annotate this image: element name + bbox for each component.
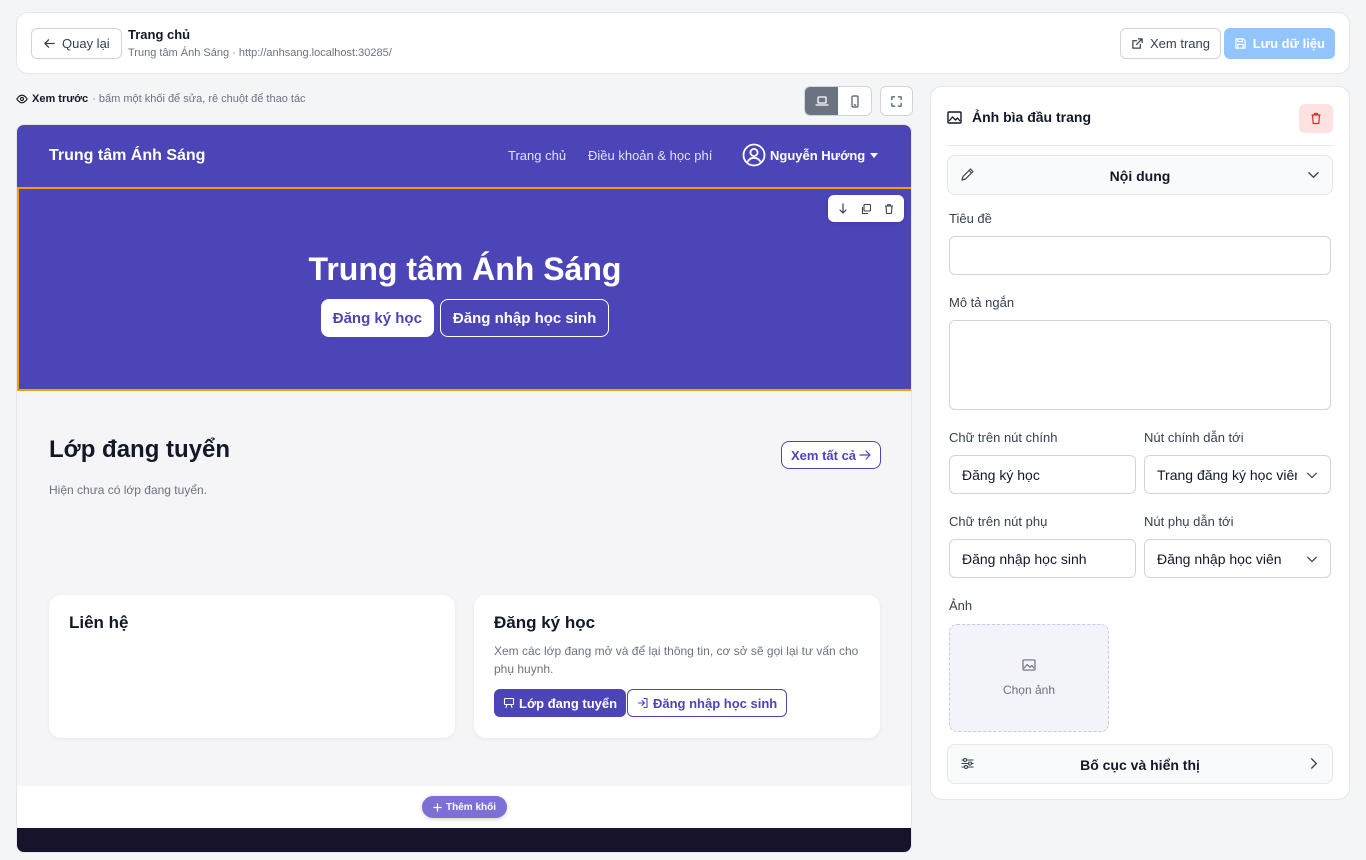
preview-label: Xem trước · bấm một khối để sửa, rê chuộ… — [16, 93, 306, 105]
open-classes-label: Lớp đang tuyển — [519, 695, 618, 711]
save-label: Lưu dữ liệu — [1252, 36, 1325, 51]
block-toolbar — [828, 195, 904, 222]
view-all-button[interactable]: Xem tất cả — [781, 441, 882, 469]
contact-card[interactable]: Liên hệ — [49, 595, 455, 738]
image-picker-label: Chọn ảnh — [1002, 683, 1056, 697]
register-desc: Xem các lớp đang mở và để lại thông tin,… — [494, 644, 859, 676]
device-toggle — [804, 86, 872, 116]
image-field-label: Ảnh — [949, 598, 973, 613]
save-button[interactable]: Lưu dữ liệu — [1223, 28, 1335, 59]
title-input[interactable] — [949, 236, 1331, 275]
fullscreen-button[interactable] — [880, 86, 913, 116]
back-button[interactable]: Quay lại — [31, 28, 122, 59]
primary-text-label: Chữ trên nút chính — [949, 430, 1058, 445]
duplicate-icon[interactable] — [860, 203, 872, 215]
save-icon — [1234, 38, 1246, 49]
site-user-name: Nguyễn Hướng — [770, 147, 866, 163]
top-bar: Quay lại Trang chủ Trung tâm Ánh Sáng · … — [16, 12, 1350, 74]
secondary-link-label: Nút phụ dẫn tới — [1144, 514, 1234, 529]
hero-title: Trung tâm Ánh Sáng — [308, 251, 622, 287]
add-block-button[interactable]: Thêm khối — [422, 796, 508, 818]
site-footer — [17, 828, 911, 852]
move-down-icon[interactable] — [837, 202, 849, 215]
classes-section-title: Lớp đang tuyển — [49, 436, 231, 463]
desktop-view-button[interactable] — [805, 87, 838, 115]
title-field-label: Tiêu đề — [949, 211, 992, 226]
eye-icon — [16, 94, 28, 104]
trash-icon — [1311, 112, 1321, 125]
layout-section-toggle[interactable]: Bố cục và hiển thị — [947, 744, 1333, 784]
image-icon — [947, 110, 962, 124]
login-icon — [637, 697, 648, 709]
panel-header: Ảnh bìa đầu trang — [947, 109, 1091, 125]
block-settings-panel: Ảnh bìa đầu trang Nội dung Tiêu đề Mô tả… — [930, 86, 1350, 800]
chevron-down-icon — [1307, 556, 1317, 562]
hero-block[interactable]: Trung tâm Ánh Sáng Đăng ký học Đăng nhập… — [17, 187, 911, 391]
student-login-button[interactable]: Đăng nhập học sinh — [627, 689, 788, 717]
add-block-strip: Thêm khối — [17, 786, 911, 828]
hero-buttons: Đăng ký học Đăng nhập học sinh — [19, 299, 911, 337]
caret-down-icon — [870, 153, 879, 158]
primary-link-select[interactable]: Trang đăng ký học viên — [1144, 455, 1331, 494]
secondary-text-label: Chữ trên nút phụ — [949, 514, 1048, 529]
view-page-label: Xem trang — [1150, 36, 1210, 51]
content-section-toggle[interactable]: Nội dung — [947, 155, 1333, 195]
primary-text-input[interactable]: Đăng ký học — [949, 455, 1136, 494]
site-brand: Trung tâm Ánh Sáng — [49, 147, 206, 164]
hero-register-button[interactable]: Đăng ký học — [320, 299, 434, 337]
view-page-button[interactable]: Xem trang — [1120, 28, 1221, 59]
panel-divider — [947, 145, 1333, 146]
plus-icon — [433, 802, 442, 812]
view-all-label: Xem tất cả — [791, 447, 857, 463]
add-block-label: Thêm khối — [446, 801, 497, 813]
open-classes-button[interactable]: Lớp đang tuyển — [494, 689, 627, 717]
panel-title: Ảnh bìa đầu trang — [972, 109, 1091, 125]
site-user-menu[interactable]: Nguyễn Hướng — [742, 143, 879, 167]
site-nav-terms[interactable]: Điều khoản & học phí — [588, 148, 712, 163]
student-login-label: Đăng nhập học sinh — [653, 695, 778, 711]
trash-icon[interactable] — [883, 203, 895, 215]
arrow-right-icon — [859, 450, 871, 460]
preview-hint: · bấm một khối để sửa, rê chuột để thao … — [92, 93, 306, 105]
arrow-left-icon — [44, 39, 55, 48]
secondary-link-select[interactable]: Đăng nhập học viên — [1144, 539, 1331, 578]
secondary-text-input[interactable]: Đăng nhập học sinh — [949, 539, 1136, 578]
layout-section-label: Bố cục và hiển thị — [1080, 757, 1200, 773]
board-icon — [503, 697, 515, 709]
primary-link-value: Trang đăng ký học viên — [1157, 466, 1297, 483]
secondary-link-value: Đăng nhập học viên — [1157, 550, 1282, 567]
desc-field-label: Mô tả ngắn — [949, 295, 1015, 310]
contact-title: Liên hệ — [69, 613, 129, 632]
mobile-view-button[interactable] — [838, 87, 871, 115]
site-navbar[interactable]: Trung tâm Ánh Sáng Trang chủ Điều khoản … — [17, 125, 911, 187]
chevron-down-icon — [1307, 472, 1317, 478]
content-section-label: Nội dung — [1109, 168, 1171, 184]
user-circle-icon — [742, 143, 766, 167]
page-title: Trang chủ — [128, 27, 191, 42]
register-title: Đăng ký học — [494, 613, 596, 632]
phone-icon — [850, 94, 859, 108]
delete-block-button[interactable] — [1299, 104, 1333, 133]
primary-link-label: Nút chính dẫn tới — [1144, 430, 1244, 445]
register-card[interactable]: Đăng ký học Xem các lớp đang mở và để lạ… — [474, 595, 880, 738]
site-nav-home[interactable]: Trang chủ — [508, 148, 566, 163]
image-picker[interactable]: Chọn ảnh — [949, 624, 1109, 732]
hero-login-button[interactable]: Đăng nhập học sinh — [439, 299, 610, 337]
external-link-icon — [1132, 38, 1143, 49]
classes-empty-text: Hiện chưa có lớp đang tuyển. — [49, 483, 207, 497]
chevron-down-icon — [1308, 171, 1319, 178]
preview-canvas: Trung tâm Ánh Sáng Trang chủ Điều khoản … — [16, 124, 912, 853]
expand-icon — [891, 95, 902, 107]
preview-title: Xem trước — [32, 93, 89, 105]
chevron-right-icon — [1310, 758, 1317, 769]
desc-textarea[interactable] — [949, 320, 1331, 410]
laptop-icon — [814, 96, 829, 106]
image-placeholder-icon — [1022, 659, 1036, 671]
page-subtitle: Trung tâm Ánh Sáng · http://anhsang.loca… — [128, 47, 392, 59]
back-label: Quay lại — [62, 36, 110, 51]
